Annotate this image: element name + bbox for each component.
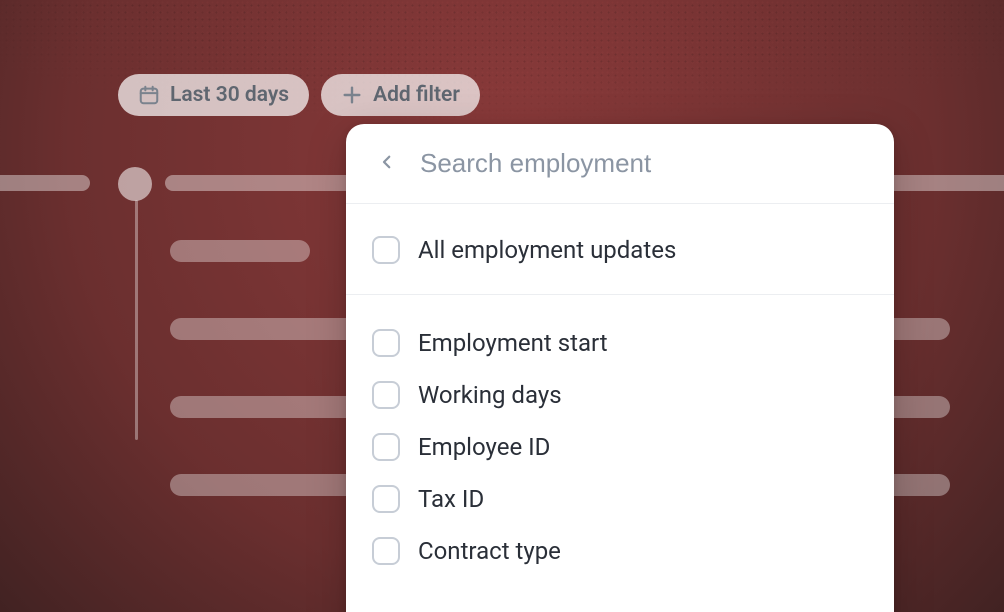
option-label: Employee ID — [418, 433, 550, 461]
option-label: Tax ID — [418, 485, 484, 513]
checkbox[interactable] — [372, 381, 400, 409]
search-input[interactable] — [420, 148, 868, 179]
checkbox[interactable] — [372, 433, 400, 461]
back-button[interactable] — [372, 149, 402, 179]
calendar-icon — [138, 84, 160, 106]
timeline-segment — [0, 175, 90, 191]
option-label: Contract type — [418, 537, 561, 565]
option-tax-id[interactable]: Tax ID — [372, 473, 868, 525]
timeline-node[interactable] — [118, 167, 152, 201]
option-label: Employment start — [418, 329, 608, 357]
option-label: All employment updates — [418, 236, 676, 264]
checkbox[interactable] — [372, 329, 400, 357]
popover-options-section: Employment start Working days Employee I… — [346, 295, 894, 595]
option-contract-type[interactable]: Contract type — [372, 525, 868, 577]
popover-header — [346, 124, 894, 204]
popover-top-section: All employment updates — [346, 204, 894, 295]
option-all-updates[interactable]: All employment updates — [372, 224, 868, 276]
date-range-pill[interactable]: Last 30 days — [118, 74, 309, 116]
chevron-left-icon — [378, 148, 396, 180]
option-working-days[interactable]: Working days — [372, 369, 868, 421]
add-filter-pill[interactable]: Add filter — [321, 74, 480, 116]
option-label: Working days — [418, 381, 562, 409]
checkbox[interactable] — [372, 485, 400, 513]
skeleton-line — [170, 240, 310, 262]
checkbox[interactable] — [372, 537, 400, 565]
filter-bar: Last 30 days Add filter — [118, 74, 480, 116]
plus-icon — [341, 84, 363, 106]
date-range-label: Last 30 days — [170, 83, 289, 107]
option-employment-start[interactable]: Employment start — [372, 317, 868, 369]
timeline-stem — [135, 200, 138, 440]
add-filter-label: Add filter — [373, 83, 460, 107]
checkbox[interactable] — [372, 236, 400, 264]
option-employee-id[interactable]: Employee ID — [372, 421, 868, 473]
filter-popover: All employment updates Employment start … — [346, 124, 894, 612]
